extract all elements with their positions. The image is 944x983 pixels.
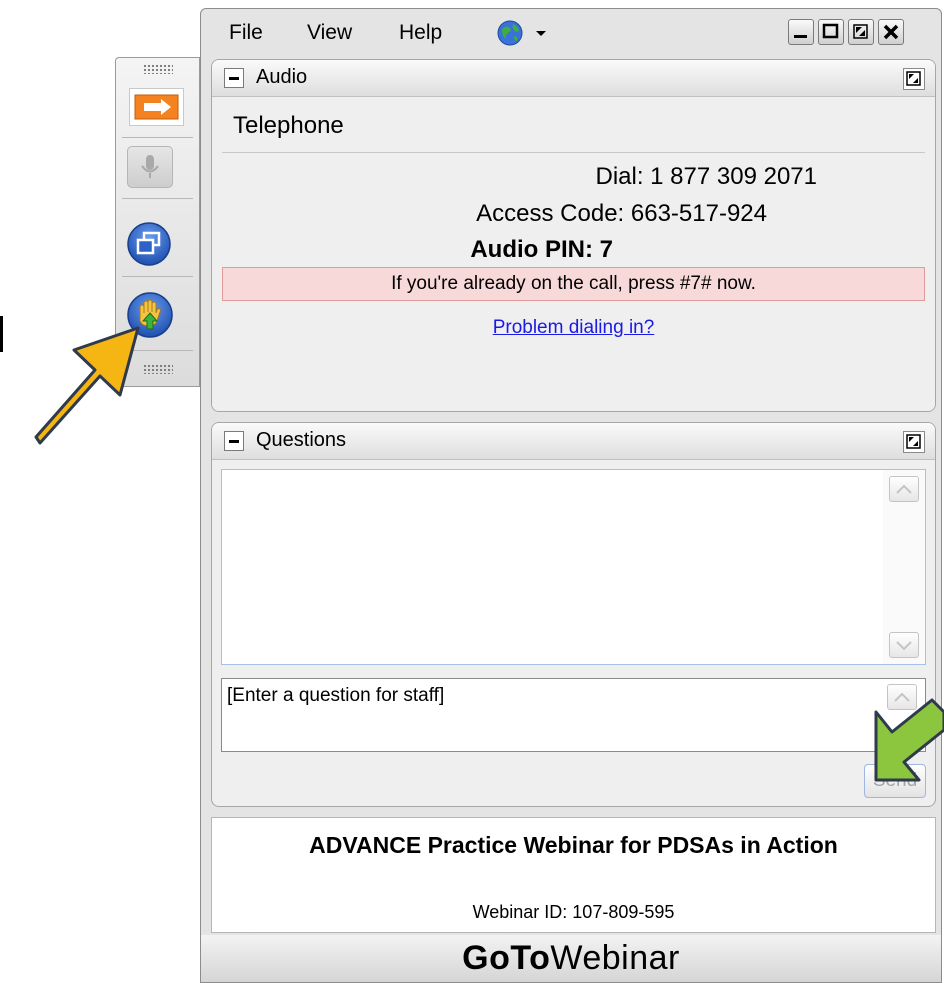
- edge-mark: [0, 316, 3, 352]
- window-icon: [127, 222, 171, 266]
- audio-panel-header: Audio: [212, 60, 935, 97]
- popout-window-button[interactable]: [126, 221, 172, 267]
- menu-view[interactable]: View: [307, 21, 352, 45]
- audio-collapse-button[interactable]: [224, 68, 244, 88]
- audio-popout-button[interactable]: [903, 68, 925, 90]
- scroll-up-button[interactable]: [889, 476, 919, 502]
- dial-number: Dial: 1 877 309 2071: [595, 163, 817, 190]
- chevron-down-icon: [896, 641, 912, 651]
- question-input[interactable]: [Enter a question for staff]: [221, 678, 926, 752]
- logo-to: To: [510, 939, 551, 977]
- globe-icon: [497, 20, 546, 46]
- audio-panel: Audio Telephone Dial: 1 877 309 2071 Acc…: [211, 59, 936, 412]
- questions-popout-button[interactable]: [903, 431, 925, 453]
- webinar-id: Webinar ID: 107-809-595: [472, 902, 675, 922]
- close-button[interactable]: [878, 19, 904, 45]
- problem-dialing-link[interactable]: Problem dialing in?: [493, 317, 655, 338]
- menu-help[interactable]: Help: [399, 21, 442, 45]
- chevron-up-icon: [896, 484, 912, 494]
- input-scroll-up-button[interactable]: [887, 684, 917, 710]
- webinar-title: ADVANCE Practice Webinar for PDSAs in Ac…: [309, 832, 838, 858]
- gotowebinar-logo: GoToWebinar: [201, 935, 941, 982]
- popout-icon: [906, 71, 921, 86]
- microphone-button[interactable]: [127, 146, 173, 188]
- close-icon: [883, 24, 899, 40]
- logo-webinar: Webinar: [550, 939, 680, 977]
- chevron-up-icon: [894, 692, 910, 702]
- log-scrollbar[interactable]: [883, 470, 925, 664]
- maximize-button[interactable]: [818, 19, 844, 45]
- show-hide-panel-button[interactable]: [129, 88, 184, 126]
- microphone-icon: [141, 155, 159, 178]
- question-input-placeholder: [Enter a question for staff]: [227, 685, 445, 706]
- webinar-info: ADVANCE Practice Webinar for PDSAs in Ac…: [211, 817, 936, 933]
- control-panel-strip: [115, 57, 200, 387]
- questions-log[interactable]: [221, 469, 926, 665]
- restore-button[interactable]: [848, 19, 874, 45]
- maximize-icon: [822, 23, 839, 39]
- bottom-grip[interactable]: [143, 364, 173, 374]
- raise-hand-button[interactable]: [126, 291, 174, 339]
- minimize-button[interactable]: [788, 19, 814, 45]
- popout-icon: [906, 434, 921, 449]
- notice-banner: If you're already on the call, press #7#…: [222, 267, 925, 301]
- audio-panel-title: Audio: [256, 66, 308, 88]
- arrow-right-icon: [134, 94, 179, 120]
- audio-pin: Audio PIN: 7: [470, 236, 613, 263]
- access-code: Access Code: 663-517-924: [476, 200, 767, 227]
- questions-panel-title: Questions: [256, 429, 347, 451]
- scroll-down-button[interactable]: [889, 632, 919, 658]
- questions-collapse-button[interactable]: [224, 431, 244, 451]
- divider: [222, 152, 925, 153]
- questions-panel: Questions [Enter a question for staff] S…: [211, 422, 936, 807]
- raise-hand-icon: [127, 292, 173, 338]
- logo-go: Go: [462, 939, 511, 977]
- gotowebinar-control-panel: File View Help Audio Telephone Dial: 1 8…: [200, 8, 942, 983]
- menu-file[interactable]: File: [229, 21, 263, 45]
- minimize-icon: [794, 35, 807, 38]
- top-grip[interactable]: [143, 64, 173, 74]
- restore-icon: [853, 24, 868, 39]
- language-menu[interactable]: [496, 19, 556, 47]
- menu-bar: File View Help: [201, 9, 941, 55]
- audio-mode-label: Telephone: [233, 112, 344, 139]
- send-button[interactable]: Send: [864, 764, 926, 798]
- questions-panel-header: Questions: [212, 423, 935, 460]
